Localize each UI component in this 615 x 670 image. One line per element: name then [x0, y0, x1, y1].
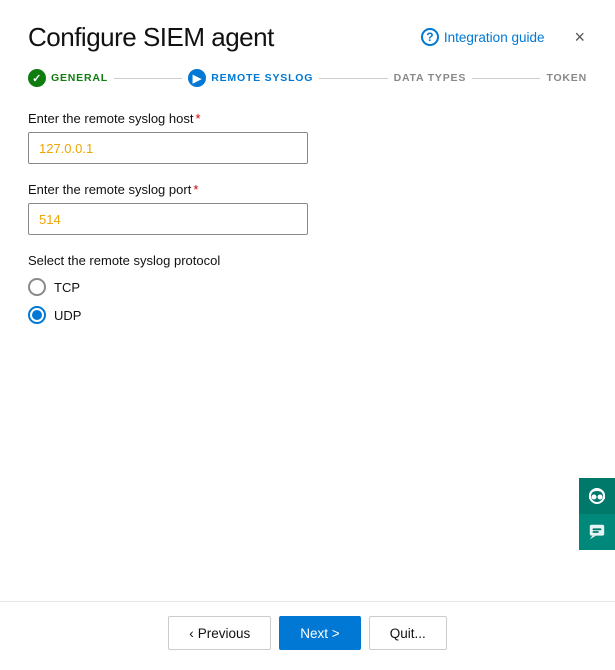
- close-button[interactable]: ×: [572, 28, 587, 46]
- host-required: *: [195, 111, 200, 126]
- step-general-icon: ✓: [28, 69, 46, 87]
- integration-guide-label: Integration guide: [444, 30, 545, 45]
- sidebar-help-button[interactable]: [579, 478, 615, 514]
- previous-chevron: ‹: [189, 626, 194, 641]
- previous-label: Previous: [198, 626, 251, 641]
- step-general-label: GENERAL: [51, 72, 108, 84]
- quit-button[interactable]: Quit...: [369, 616, 447, 650]
- chat-icon: [588, 523, 606, 541]
- title-bar: Configure SIEM agent ? Integration guide…: [0, 0, 615, 53]
- step-line-1: [114, 78, 182, 79]
- integration-guide-link[interactable]: ? Integration guide: [421, 28, 545, 46]
- quit-label: Quit...: [390, 626, 426, 641]
- configure-siem-dialog: Configure SIEM agent ? Integration guide…: [0, 0, 615, 670]
- radio-udp[interactable]: UDP: [28, 306, 587, 324]
- protocol-radio-group: TCP UDP: [28, 278, 587, 324]
- next-button[interactable]: Next >: [279, 616, 360, 650]
- radio-tcp-circle: [28, 278, 46, 296]
- step-remote-syslog-icon: ▶: [188, 69, 206, 87]
- radio-udp-circle: [28, 306, 46, 324]
- protocol-field-group: Select the remote syslog protocol TCP UD…: [28, 253, 587, 324]
- host-input[interactable]: [28, 132, 308, 164]
- port-input[interactable]: [28, 203, 308, 235]
- host-field-group: Enter the remote syslog host*: [28, 111, 587, 164]
- step-line-2: [319, 78, 387, 79]
- stepper: ✓ GENERAL ▶ REMOTE SYSLOG DATA TYPES TOK…: [0, 53, 615, 87]
- question-icon: ?: [421, 28, 439, 46]
- step-data-types: DATA TYPES: [394, 72, 467, 84]
- headset-icon: [587, 486, 607, 506]
- step-token: TOKEN: [546, 72, 587, 84]
- form-content: Enter the remote syslog host* Enter the …: [0, 87, 615, 591]
- step-remote-syslog: ▶ REMOTE SYSLOG: [188, 69, 313, 87]
- host-label: Enter the remote syslog host*: [28, 111, 587, 126]
- radio-tcp-label: TCP: [54, 280, 80, 295]
- step-token-label: TOKEN: [546, 72, 587, 84]
- protocol-label: Select the remote syslog protocol: [28, 253, 587, 268]
- step-general: ✓ GENERAL: [28, 69, 108, 87]
- sidebar-chat-button[interactable]: [579, 514, 615, 550]
- step-data-types-label: DATA TYPES: [394, 72, 467, 84]
- step-line-3: [472, 78, 540, 79]
- radio-tcp[interactable]: TCP: [28, 278, 587, 296]
- port-required: *: [193, 182, 198, 197]
- title-actions: ? Integration guide ×: [421, 28, 587, 46]
- port-label: Enter the remote syslog port*: [28, 182, 587, 197]
- previous-button[interactable]: ‹ Previous: [168, 616, 271, 650]
- dialog-title: Configure SIEM agent: [28, 22, 274, 53]
- next-label: Next >: [300, 626, 339, 641]
- footer: ‹ Previous Next > Quit...: [0, 601, 615, 670]
- step-remote-syslog-label: REMOTE SYSLOG: [211, 72, 313, 84]
- radio-udp-label: UDP: [54, 308, 81, 323]
- port-field-group: Enter the remote syslog port*: [28, 182, 587, 235]
- sidebar-icons: [579, 478, 615, 550]
